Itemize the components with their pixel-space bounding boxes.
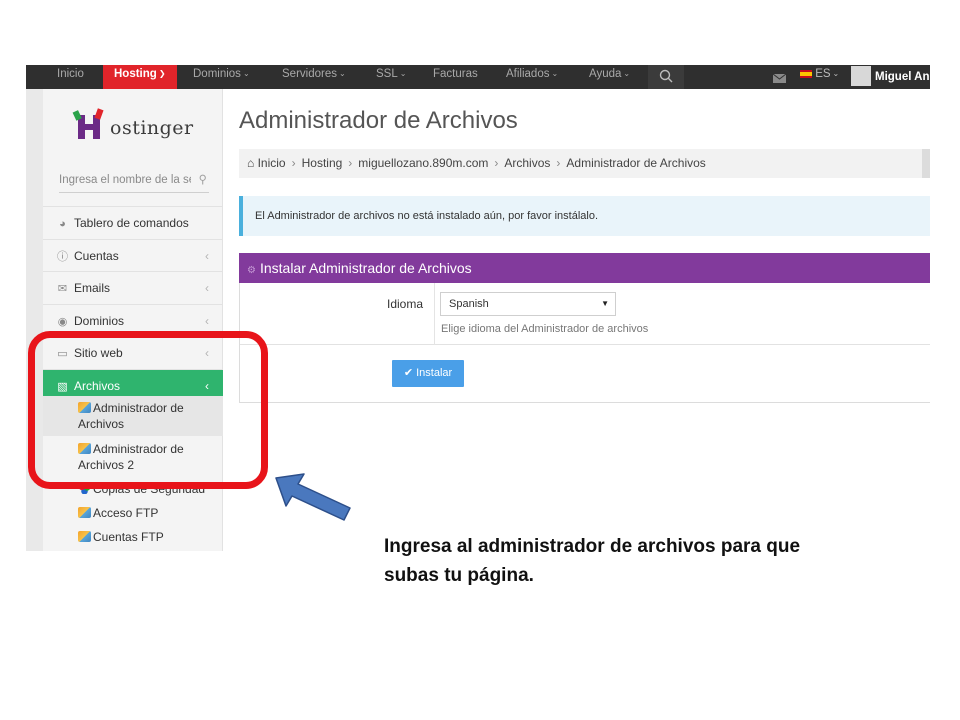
avatar — [851, 66, 871, 86]
panel-header: ⚙ Instalar Administrador de Archivos — [239, 253, 930, 283]
install-panel: ⚙ Instalar Administrador de Archivos Idio… — [239, 253, 930, 403]
info-icon: ⓘ — [57, 250, 68, 263]
chevron-down-icon: ⌄ — [399, 69, 407, 78]
sidebar-item-cuentas[interactable]: ⓘ Cuentas ‹ — [43, 238, 223, 272]
search-icon: ⚲ — [198, 174, 207, 186]
submenu-item-acceso-ftp[interactable]: Acceso FTP — [43, 501, 223, 525]
breadcrumb: ⌂ Inicio › Hosting › miguellozano.890m.com › A… — [239, 149, 930, 178]
ftp-accounts-icon — [78, 531, 91, 542]
messages-button[interactable] — [772, 65, 788, 89]
check-icon: ✔ — [403, 367, 414, 379]
nav-facturas[interactable]: Facturas — [433, 65, 478, 89]
pointer-arrow-icon — [275, 473, 351, 521]
nav-afiliados[interactable]: Afiliados ⌄ — [506, 65, 558, 89]
chevron-right-icon: › — [348, 156, 353, 170]
sidebar-search-input[interactable]: Ingresa el nombre de la sección ⚲ — [59, 167, 209, 193]
info-alert: El Administrador de archivos no está ins… — [239, 196, 930, 236]
breadcrumb-archivos[interactable]: Archivos — [504, 156, 550, 170]
language-label: Idioma — [387, 297, 424, 311]
chevron-right-icon: › — [556, 156, 561, 170]
spain-flag-icon — [800, 70, 812, 78]
language-row: Idioma Spanish ▼ Elige idioma del Admini… — [240, 283, 930, 345]
chevron-down-icon: ⌄ — [832, 69, 840, 78]
nav-inicio[interactable]: Inicio — [57, 65, 84, 89]
chevron-right-icon: › — [291, 156, 296, 170]
highlight-box — [28, 331, 268, 489]
breadcrumb-inicio[interactable]: Inicio — [258, 156, 286, 170]
language-select[interactable]: Spanish ▼ — [440, 292, 616, 316]
chevron-right-icon: › — [494, 156, 499, 170]
nav-servidores[interactable]: Servidores ⌄ — [282, 65, 346, 89]
logo-text: ostinger — [110, 117, 194, 139]
nav-ssl[interactable]: SSL ⌄ — [376, 65, 406, 89]
chevron-down-icon: ⌄ — [242, 69, 250, 78]
hostinger-logo[interactable]: ostinger — [70, 107, 200, 147]
breadcrumb-hosting[interactable]: Hosting — [302, 156, 343, 170]
language-help-text: Elige idioma del Administrador de archiv… — [441, 323, 649, 335]
caption-line-2: subas tu página. — [384, 565, 534, 586]
sidebar-item-emails[interactable]: ✉ Emails ‹ — [43, 271, 223, 304]
page-title: Administrador de Archivos — [239, 107, 518, 134]
chevron-down-icon: ⌄ — [551, 69, 559, 78]
dashboard-icon: ◕ — [59, 218, 66, 230]
breadcrumb-domain[interactable]: miguellozano.890m.com — [358, 156, 488, 170]
chevron-down-icon: ⌄ — [623, 69, 631, 78]
nav-dominios[interactable]: Dominios ⌄ — [193, 65, 250, 89]
ftp-icon — [78, 507, 91, 518]
gear-icon: ⚙ — [247, 265, 256, 276]
user-menu[interactable]: Miguel Ang — [851, 65, 930, 89]
language-selector[interactable]: ES ⌄ — [800, 65, 839, 89]
submenu-item-cuentas-ftp[interactable]: Cuentas FTP — [43, 525, 223, 549]
envelope-icon — [772, 73, 787, 83]
caret-down-icon: ▼ — [601, 299, 609, 308]
chevron-left-icon: ‹ — [205, 248, 209, 263]
search-button[interactable] — [648, 65, 684, 89]
instruction-caption: Ingresa al administrador de archivos par… — [384, 532, 884, 590]
breadcrumb-current: Administrador de Archivos — [566, 156, 706, 170]
home-icon: ⌂ — [247, 156, 255, 170]
caption-line-1: Ingresa al administrador de archivos par… — [384, 536, 801, 557]
chevron-left-icon: ‹ — [205, 281, 209, 295]
search-icon — [659, 69, 673, 83]
top-navbar: Inicio Hosting ❯ Dominios ⌄ Servidores ⌄ SS… — [26, 65, 930, 89]
nav-ayuda[interactable]: Ayuda ⌄ — [589, 65, 630, 89]
divider — [434, 283, 435, 345]
nav-hosting[interactable]: Hosting ❯ — [103, 65, 177, 89]
chevron-down-icon: ⌄ — [338, 69, 346, 78]
install-button[interactable]: ✔ Instalar — [392, 360, 464, 387]
logo-mark-icon — [72, 108, 104, 139]
sidebar-item-tablero[interactable]: ◕ Tablero de comandos — [43, 206, 223, 239]
envelope-icon: ✉ — [57, 283, 68, 295]
chevron-down-icon: ❯ — [158, 69, 166, 78]
